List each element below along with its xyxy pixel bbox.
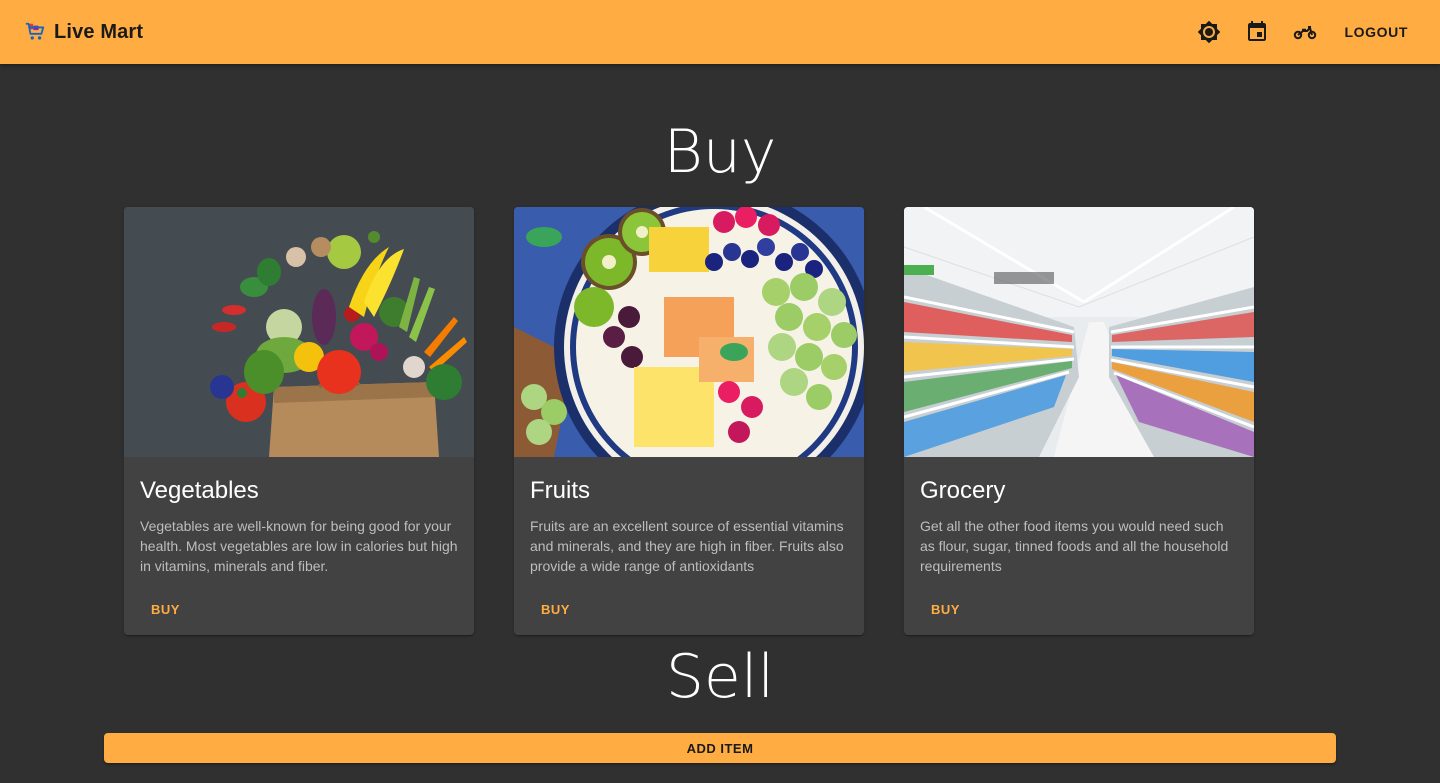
buy-grocery-button[interactable]: BUY — [920, 596, 971, 623]
card-description: Fruits are an excellent source of essent… — [530, 518, 844, 575]
calendar-event-icon — [1247, 21, 1266, 41]
category-card-vegetables: Vegetables Vegetables are well-known for… — [124, 207, 474, 635]
app-bar: Live Mart LOGOUT — [0, 0, 1440, 64]
buy-vegetables-button[interactable]: BUY — [140, 596, 191, 623]
category-card-fruits: Fruits Fruits are an excellent source of… — [514, 207, 864, 635]
card-title: Grocery — [920, 477, 1006, 504]
buy-card-list: Vegetables Vegetables are well-known for… — [124, 207, 1254, 635]
buy-section-title: Buy — [663, 117, 777, 187]
buy-fruits-button[interactable]: BUY — [530, 596, 581, 623]
brand[interactable]: Live Mart — [24, 21, 143, 44]
theme-toggle-button[interactable] — [1185, 8, 1233, 56]
grocery-aisle-image[interactable] — [904, 207, 1254, 457]
card-title: Vegetables — [140, 477, 259, 504]
brightness-icon — [1197, 20, 1220, 44]
category-card-grocery: Grocery Get all the other food items you… — [904, 207, 1254, 635]
card-description: Vegetables are well-known for being good… — [140, 518, 458, 575]
shopping-cart-icon — [24, 21, 46, 43]
card-description: Get all the other food items you would n… — [920, 518, 1229, 575]
delivery-button[interactable] — [1281, 8, 1329, 56]
vegetables-image[interactable] — [124, 207, 474, 457]
logout-button[interactable]: LOGOUT — [1337, 18, 1416, 46]
calendar-button[interactable] — [1233, 8, 1281, 56]
motorcycle-icon — [1293, 26, 1316, 40]
sell-section-title: Sell — [665, 642, 775, 712]
app-title: Live Mart — [54, 20, 144, 43]
app-bar-actions: LOGOUT — [1185, 8, 1416, 56]
card-title: Fruits — [530, 477, 590, 504]
fruits-image[interactable] — [514, 207, 864, 457]
add-item-button[interactable]: ADD ITEM — [104, 733, 1336, 763]
